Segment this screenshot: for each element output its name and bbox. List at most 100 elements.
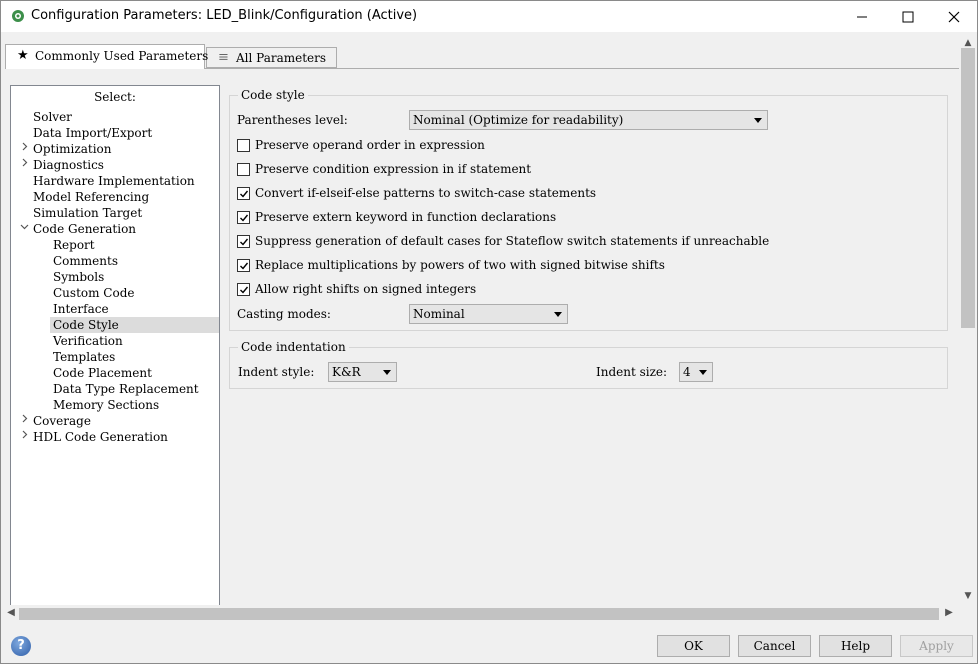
tree-header: Select: xyxy=(94,90,136,104)
checkmark-icon xyxy=(240,238,249,246)
tree-item-label: Code Generation xyxy=(33,222,137,236)
tree-item-label: Code Style xyxy=(53,318,119,332)
minimize-button[interactable] xyxy=(839,1,885,32)
parentheses-level-select[interactable]: Nominal (Optimize for readability) xyxy=(409,110,768,130)
config-parameters-window: Configuration Parameters: LED_Blink/Conf… xyxy=(0,0,978,664)
minimize-icon xyxy=(857,16,867,18)
tree-item-report[interactable]: Report xyxy=(53,237,95,253)
checkbox-label: Preserve operand order in expression xyxy=(255,138,485,152)
tree-item-hdl-code-generation[interactable]: HDL Code Generation xyxy=(22,429,168,445)
indent-style-select[interactable]: K&R xyxy=(328,362,397,382)
horizontal-scroll-thumb[interactable] xyxy=(19,608,939,620)
tree-item-interface[interactable]: Interface xyxy=(53,301,109,317)
tab-label: Commonly Used Parameters xyxy=(35,49,209,63)
tree-item-label: Interface xyxy=(53,302,109,316)
star-icon: ★ xyxy=(17,48,29,63)
checkbox[interactable] xyxy=(237,235,250,248)
tree-item-optimization[interactable]: Optimization xyxy=(22,141,112,157)
checkbox-label: Allow right shifts on signed integers xyxy=(255,282,477,296)
tree-item-code-placement[interactable]: Code Placement xyxy=(53,365,152,381)
tree-item-data-import-export[interactable]: Data Import/Export xyxy=(33,125,152,141)
apply-button[interactable]: Apply xyxy=(900,635,973,657)
tree-item-code-generation[interactable]: Code Generation xyxy=(20,221,137,237)
tree-item-label: Data Type Replacement xyxy=(53,382,199,396)
checkbox-label: Preserve extern keyword in function decl… xyxy=(255,210,557,224)
tree-item-model-referencing[interactable]: Model Referencing xyxy=(33,189,149,205)
tree-item-memory-sections[interactable]: Memory Sections xyxy=(53,397,159,413)
vertical-scroll-thumb[interactable] xyxy=(961,48,975,328)
tab-label: All Parameters xyxy=(236,51,327,65)
indent-size-label: Indent size: xyxy=(596,365,668,379)
tree-item-data-type-replacement[interactable]: Data Type Replacement xyxy=(53,381,199,397)
cancel-button[interactable]: Cancel xyxy=(738,635,811,657)
checkbox[interactable] xyxy=(237,187,250,200)
tab-all-parameters[interactable]: ≡ All Parameters xyxy=(206,47,337,68)
scroll-down-icon[interactable]: ▼ xyxy=(959,591,977,603)
tree-item-coverage[interactable]: Coverage xyxy=(22,413,91,429)
tree-item-label: Optimization xyxy=(33,142,112,156)
parentheses-level-label: Parentheses level: xyxy=(237,113,348,127)
checkmark-icon xyxy=(240,262,249,270)
scroll-left-icon[interactable]: ◀ xyxy=(5,607,17,621)
checkbox[interactable] xyxy=(237,139,250,152)
tree-item-label: Diagnostics xyxy=(33,158,104,172)
tree-item-verification[interactable]: Verification xyxy=(53,333,123,349)
simulink-app-icon xyxy=(12,10,24,22)
checkbox-label: Suppress generation of default cases for… xyxy=(255,234,770,248)
tree-item-label: Hardware Implementation xyxy=(33,174,195,188)
tree-item-comments[interactable]: Comments xyxy=(53,253,118,269)
checkbox[interactable] xyxy=(237,283,250,296)
tree-item-label: Comments xyxy=(53,254,118,268)
vertical-scrollbar[interactable]: ▲ ▼ xyxy=(959,38,977,605)
tree-item-solver[interactable]: Solver xyxy=(33,109,72,125)
close-icon xyxy=(948,11,960,23)
tree-item-label: Model Referencing xyxy=(33,190,150,204)
tree-item-label: Data Import/Export xyxy=(33,126,153,140)
code-indentation-group-title: Code indentation xyxy=(238,340,349,354)
tree-item-templates[interactable]: Templates xyxy=(53,349,115,365)
help-icon[interactable]: ? xyxy=(11,636,31,656)
chevron-down-icon[interactable] xyxy=(20,221,29,237)
list-icon: ≡ xyxy=(218,50,229,65)
checkmark-icon xyxy=(240,214,249,222)
help-button[interactable]: Help xyxy=(819,635,892,657)
chevron-right-icon[interactable] xyxy=(20,413,29,429)
close-button[interactable] xyxy=(931,1,977,32)
category-tree: Select: Solver Data Import/Export Optimiza… xyxy=(10,85,220,607)
indent-style-label: Indent style: xyxy=(238,365,315,379)
window-title: Configuration Parameters: LED_Blink/Conf… xyxy=(31,8,418,23)
indent-style-value: K&R xyxy=(332,365,361,379)
tree-item-hardware-implementation[interactable]: Hardware Implementation xyxy=(33,173,195,189)
chevron-right-icon[interactable] xyxy=(20,429,29,445)
tree-item-simulation-target[interactable]: Simulation Target xyxy=(33,205,142,221)
checkbox[interactable] xyxy=(237,259,250,272)
chevron-right-icon[interactable] xyxy=(20,157,29,173)
tree-item-symbols[interactable]: Symbols xyxy=(53,269,104,285)
maximize-button[interactable] xyxy=(885,1,931,32)
chevron-right-icon[interactable] xyxy=(20,141,29,157)
checkbox[interactable] xyxy=(237,163,250,176)
indent-size-value: 4 xyxy=(683,365,691,379)
tab-commonly-used-parameters[interactable]: ★ Commonly Used Parameters xyxy=(5,44,209,69)
tree-item-label: Simulation Target xyxy=(33,206,143,220)
scroll-right-icon[interactable]: ▶ xyxy=(943,607,955,621)
tab-bar: ★ Commonly Used Parameters ≡ All Paramet… xyxy=(1,38,961,69)
ok-button[interactable]: OK xyxy=(657,635,730,657)
checkmark-icon xyxy=(240,286,249,294)
tree-item-code-style[interactable]: Code Style xyxy=(50,317,219,333)
tree-item-label: Code Placement xyxy=(53,366,152,380)
indent-size-select[interactable]: 4 xyxy=(679,362,713,382)
horizontal-scrollbar[interactable]: ◀ ▶ xyxy=(5,605,959,623)
chevron-down-icon xyxy=(554,312,562,317)
tree-item-diagnostics[interactable]: Diagnostics xyxy=(22,157,104,173)
parentheses-level-value: Nominal (Optimize for readability) xyxy=(413,113,624,127)
tree-item-label: Verification xyxy=(53,334,123,348)
checkbox[interactable] xyxy=(237,211,250,224)
tree-item-label: Report xyxy=(53,238,95,252)
chevron-down-icon xyxy=(383,370,391,375)
maximize-icon xyxy=(902,11,914,23)
casting-modes-value: Nominal xyxy=(413,307,465,321)
casting-modes-select[interactable]: Nominal xyxy=(409,304,568,324)
tree-item-label: HDL Code Generation xyxy=(33,430,168,444)
tree-item-custom-code[interactable]: Custom Code xyxy=(53,285,135,301)
